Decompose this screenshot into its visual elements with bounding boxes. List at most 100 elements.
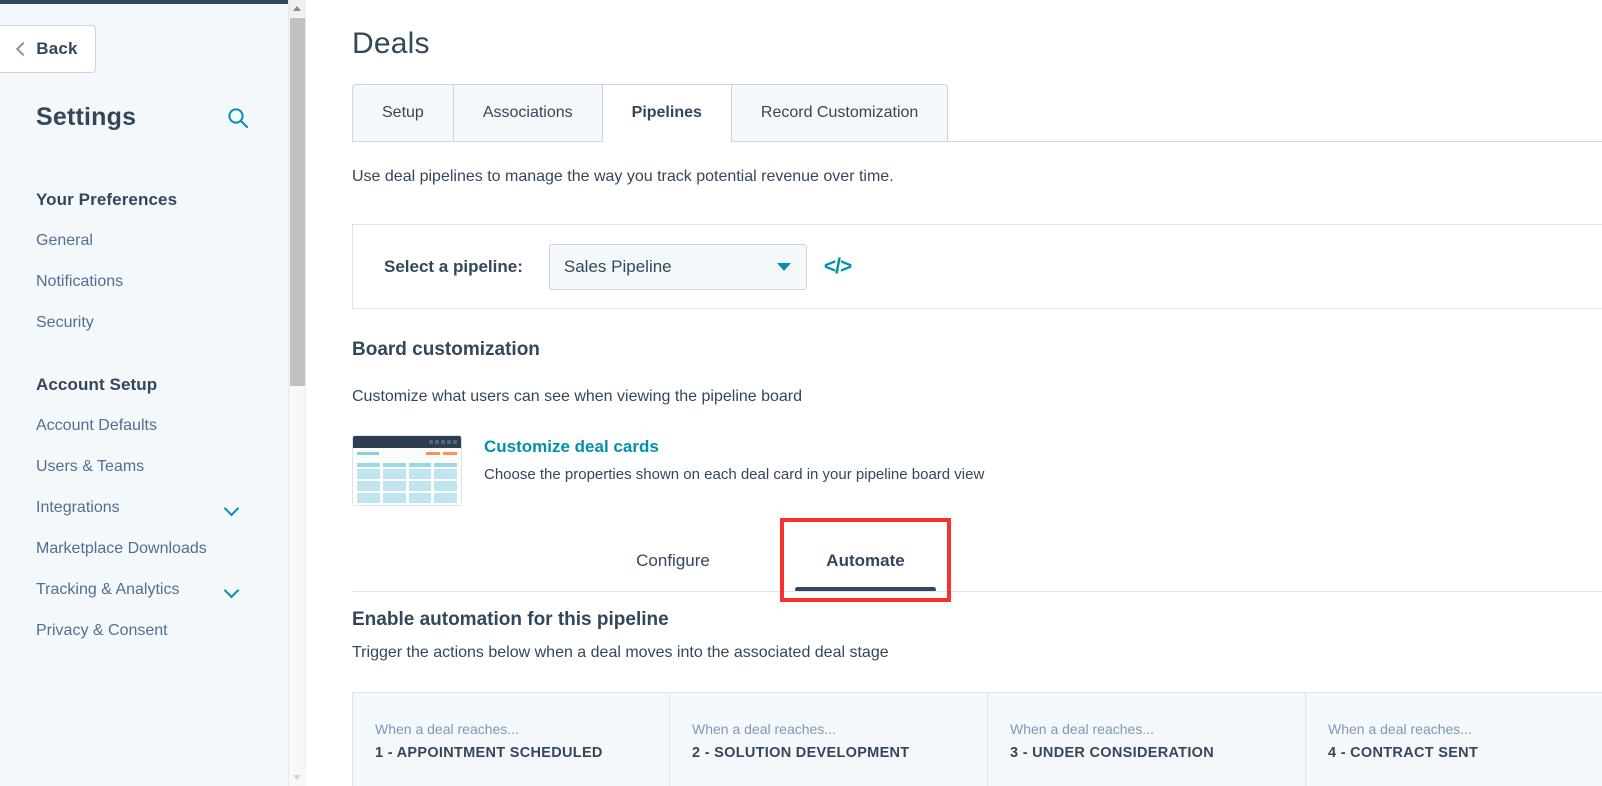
- thumbnail-card: [434, 481, 457, 491]
- thumbnail-card: [382, 481, 406, 491]
- thumbnail-card: [357, 469, 380, 479]
- thumbnail-card: [357, 481, 380, 491]
- thumbnail-toolbar: [353, 448, 461, 459]
- chevron-down-icon[interactable]: [224, 582, 240, 598]
- thumbnail-card: [382, 469, 406, 479]
- sidebar-item-account-defaults[interactable]: Account Defaults: [36, 405, 244, 446]
- pipeline-board-thumbnail[interactable]: [352, 435, 462, 506]
- tab-automate[interactable]: Automate: [780, 530, 951, 592]
- scrollbar-thumb[interactable]: [290, 18, 305, 386]
- customize-deal-cards-description: Choose the properties shown on each deal…: [484, 466, 985, 483]
- thumbnail-column: [434, 463, 457, 503]
- tab-label: Setup: [382, 104, 424, 121]
- tab-record-customization[interactable]: Record Customization: [730, 84, 949, 142]
- thumbnail-card: [408, 481, 432, 491]
- settings-title: Settings: [36, 103, 137, 131]
- thumbnail-dot-icon: [435, 440, 439, 444]
- stage-column[interactable]: When a deal reaches... 1 - APPOINTMENT S…: [352, 693, 670, 786]
- stage-name: 2 - SOLUTION DEVELOPMENT: [692, 745, 910, 761]
- thumbnail-card: [357, 493, 380, 503]
- search-icon[interactable]: [226, 106, 250, 130]
- sidebar-item-privacy-consent[interactable]: Privacy & Consent: [36, 610, 244, 651]
- sidebar-item-label: Marketplace Downloads: [36, 540, 207, 557]
- sidebar-item-general[interactable]: General: [36, 220, 244, 261]
- thumbnail-card: [434, 469, 457, 479]
- thumbnail-action-bar: [426, 452, 440, 455]
- sub-tab-label: Configure: [636, 551, 710, 570]
- thumbnail-column-header: [408, 463, 432, 467]
- pipeline-selector-label: Select a pipeline:: [384, 256, 523, 276]
- customize-deal-cards-text: Customize deal cards Choose the properti…: [484, 435, 984, 506]
- sidebar-item-marketplace-downloads[interactable]: Marketplace Downloads: [36, 528, 244, 569]
- scrollbar-down-arrow-icon[interactable]: [289, 769, 306, 786]
- thumbnail-column: [382, 463, 406, 503]
- page-title: Deals: [352, 27, 430, 60]
- tab-list: Setup Associations Pipelines Record Cust…: [352, 84, 1602, 142]
- sidebar-item-notifications[interactable]: Notifications: [36, 261, 244, 302]
- sidebar-item-label: Users & Teams: [36, 458, 145, 475]
- main-content: Deals Setup Associations Pipelines Recor…: [289, 0, 1602, 786]
- settings-sidebar: Back Settings Your Preferences General N…: [0, 0, 289, 786]
- customize-deal-cards-row: Customize deal cards Choose the properti…: [352, 435, 984, 506]
- sidebar-item-label: Account Defaults: [36, 417, 157, 434]
- sidebar-item-users-teams[interactable]: Users & Teams: [36, 446, 244, 487]
- sidebar-scrollbar[interactable]: [288, 0, 306, 786]
- customize-deal-cards-link[interactable]: Customize deal cards: [484, 437, 984, 457]
- tab-label: Pipelines: [631, 104, 702, 121]
- sub-tab-bar: Configure Automate: [352, 530, 1602, 592]
- thumbnail-logo-bar: [357, 452, 379, 455]
- tab-bar: Setup Associations Pipelines Record Cust…: [352, 84, 1602, 142]
- automation-stage-columns: When a deal reaches... 1 - APPOINTMENT S…: [352, 692, 1602, 786]
- thumbnail-card: [434, 493, 457, 503]
- settings-nav: Your Preferences General Notifications S…: [36, 190, 266, 651]
- sidebar-item-security[interactable]: Security: [36, 302, 244, 343]
- code-snippet-icon[interactable]: </>: [824, 255, 852, 279]
- intro-text: Use deal pipelines to manage the way you…: [352, 168, 894, 185]
- tab-label: Associations: [482, 104, 573, 121]
- board-customization-subtitle: Customize what users can see when viewin…: [352, 388, 803, 405]
- sidebar-item-integrations[interactable]: Integrations: [36, 487, 244, 528]
- thumbnail-dot-icon: [453, 440, 457, 444]
- thumbnail-card: [382, 493, 406, 503]
- thumbnail-column-header: [357, 463, 380, 467]
- tab-associations[interactable]: Associations: [452, 84, 602, 142]
- board-customization-title: Board customization: [352, 339, 540, 360]
- back-button-label: Back: [36, 39, 78, 58]
- thumbnail-column-header: [434, 463, 457, 467]
- automation-subtitle: Trigger the actions below when a deal mo…: [352, 644, 889, 661]
- scrollbar-up-arrow-icon[interactable]: [289, 0, 306, 17]
- back-button[interactable]: Back: [0, 25, 96, 73]
- thumbnail-column-header: [382, 463, 406, 467]
- pipeline-select-dropdown[interactable]: Sales Pipeline: [548, 243, 807, 290]
- stage-when-label: When a deal reaches...: [1328, 721, 1472, 737]
- stage-name: 4 - CONTRACT SENT: [1328, 745, 1479, 761]
- thumbnail-column: [408, 463, 432, 503]
- sidebar-item-tracking-analytics[interactable]: Tracking & Analytics: [36, 569, 244, 610]
- thumbnail-card: [408, 493, 432, 503]
- stage-column[interactable]: When a deal reaches... 3 - UNDER CONSIDE…: [988, 693, 1306, 786]
- stage-column[interactable]: When a deal reaches... 2 - SOLUTION DEVE…: [670, 693, 988, 786]
- nav-group-title-preferences: Your Preferences: [36, 190, 178, 209]
- stage-when-label: When a deal reaches...: [692, 721, 836, 737]
- stage-column[interactable]: When a deal reaches... 4 - CONTRACT SENT: [1306, 693, 1602, 786]
- sidebar-item-label: Integrations: [36, 499, 120, 516]
- sidebar-item-label: Tracking & Analytics: [36, 581, 180, 598]
- chevron-down-icon[interactable]: [224, 500, 240, 516]
- sidebar-item-label: General: [36, 232, 93, 249]
- tab-configure[interactable]: Configure: [613, 530, 733, 592]
- tab-pipelines[interactable]: Pipelines: [601, 84, 731, 142]
- thumbnail-dot-icon: [441, 440, 445, 444]
- thumbnail-dot-icon: [447, 440, 451, 444]
- stage-when-label: When a deal reaches...: [375, 721, 519, 737]
- automation-title: Enable automation for this pipeline: [352, 609, 669, 630]
- stage-name: 1 - APPOINTMENT SCHEDULED: [375, 745, 603, 761]
- sidebar-item-label: Privacy & Consent: [36, 622, 168, 639]
- thumbnail-action-bar: [443, 452, 457, 455]
- thumbnail-card: [408, 469, 432, 479]
- thumbnail-action-bars: [426, 452, 457, 455]
- chevron-left-icon: [14, 42, 28, 56]
- tab-setup[interactable]: Setup: [352, 84, 453, 142]
- pipeline-select-value: Sales Pipeline: [563, 256, 672, 276]
- thumbnail-titlebar: [353, 436, 461, 448]
